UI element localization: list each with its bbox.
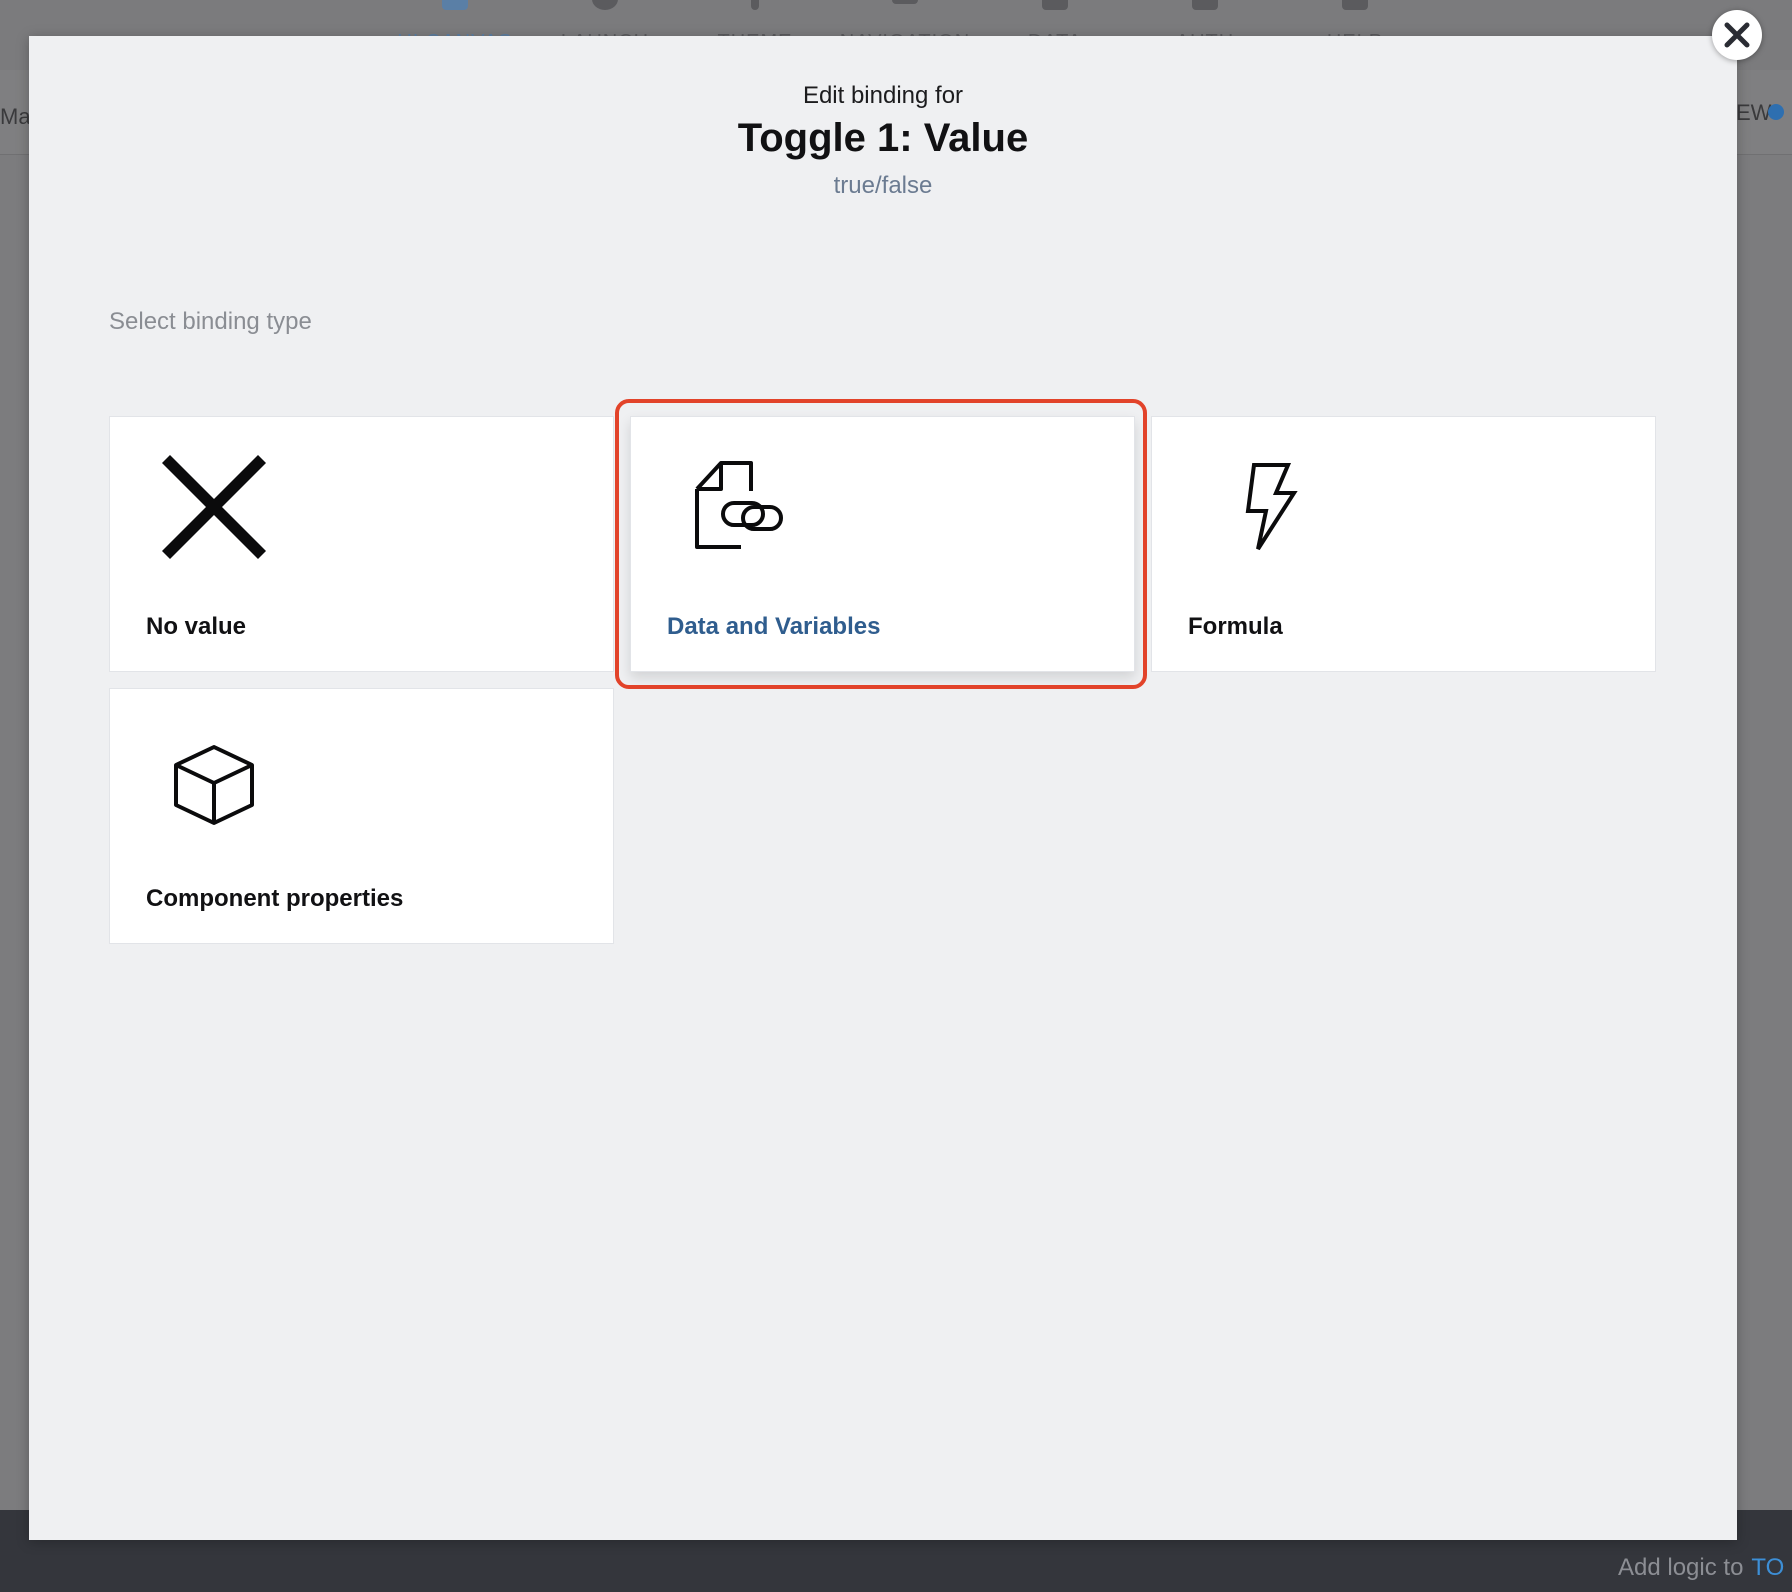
theme-icon (751, 0, 759, 10)
document-link-icon (695, 461, 783, 549)
option-no-value[interactable]: No value (109, 416, 614, 672)
cube-icon (174, 745, 254, 825)
option-formula[interactable]: Formula (1151, 416, 1656, 672)
close-icon (1724, 22, 1750, 48)
option-data-and-variables[interactable]: Data and Variables (630, 416, 1135, 672)
auth-icon (1192, 0, 1218, 10)
modal-title: Toggle 1: Value (737, 116, 1029, 160)
help-chat-icon (1342, 0, 1368, 10)
subbar-right-text: EW (1736, 100, 1772, 125)
bottom-logic-text: Add logic to (1618, 1554, 1744, 1581)
navigation-icon (892, 0, 918, 4)
bottom-logic-hint: Add logic to TO (1618, 1554, 1784, 1582)
ui-canvas-icon (442, 0, 468, 10)
option-label: Data and Variables (667, 613, 881, 640)
subbar-left-text: Ma (0, 104, 31, 129)
option-label: Component properties (146, 885, 404, 912)
lightning-bolt-icon (1245, 463, 1298, 551)
launch-icon (592, 0, 618, 10)
select-binding-type-label: Select binding type (109, 308, 312, 335)
bottom-logic-target-link[interactable]: TO (1751, 1554, 1784, 1581)
option-label: Formula (1188, 613, 1283, 640)
modal-subtitle: Edit binding for (802, 82, 964, 109)
option-label: No value (146, 613, 247, 640)
option-component-properties[interactable]: Component properties (109, 688, 614, 944)
toggle-indicator-dot (1768, 104, 1784, 120)
close-modal-button[interactable] (1712, 10, 1762, 60)
value-type-label: true/false (833, 172, 933, 199)
data-icon (1042, 0, 1068, 10)
x-icon (162, 455, 266, 559)
edit-binding-modal: Edit binding for Toggle 1: Value true/fa… (29, 36, 1737, 1540)
